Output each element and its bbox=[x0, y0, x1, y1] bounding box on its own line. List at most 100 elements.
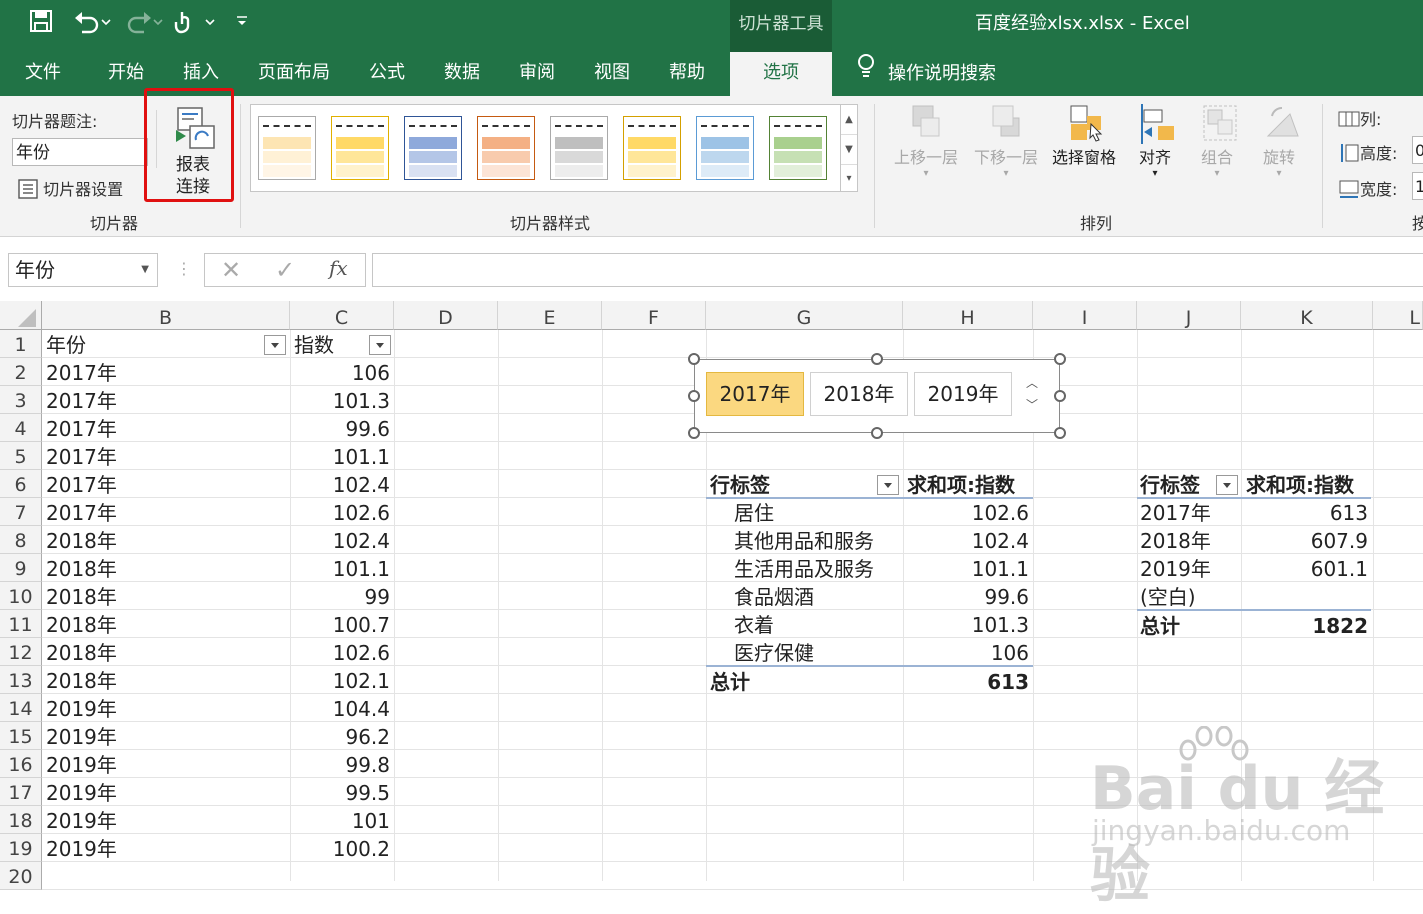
table-cell-index[interactable]: 96.2 bbox=[290, 722, 390, 750]
column-header[interactable]: H bbox=[903, 301, 1033, 330]
slicer-item-2019[interactable]: 2019年 bbox=[914, 372, 1012, 416]
table-cell-year[interactable]: 2018年 bbox=[46, 638, 117, 666]
table-cell-index[interactable]: 104.4 bbox=[290, 694, 390, 722]
table-cell-year[interactable]: 2017年 bbox=[46, 358, 117, 386]
pivot1-total-value[interactable]: 613 bbox=[903, 667, 1029, 695]
row-header[interactable]: 4 bbox=[0, 414, 42, 442]
row-header[interactable]: 18 bbox=[0, 806, 42, 834]
pivot1-row-value[interactable]: 102.6 bbox=[903, 498, 1029, 526]
table-cell-year[interactable]: 2017年 bbox=[46, 442, 117, 470]
row-header[interactable]: 6 bbox=[0, 470, 42, 498]
filter-dropdown-icon[interactable] bbox=[369, 335, 391, 355]
table-cell-year[interactable]: 2018年 bbox=[46, 666, 117, 694]
name-box[interactable]: 年份 ▼ bbox=[8, 253, 158, 287]
pivot2-row-value[interactable]: 607.9 bbox=[1241, 526, 1368, 554]
slicer-style-swatch[interactable] bbox=[331, 116, 389, 180]
formula-input[interactable] bbox=[372, 253, 1423, 287]
slicer-style-swatch[interactable] bbox=[769, 116, 827, 180]
resize-handle[interactable] bbox=[688, 427, 700, 439]
align-button[interactable]: 对齐 ▾ bbox=[1130, 102, 1180, 179]
row-header[interactable]: 12 bbox=[0, 638, 42, 666]
column-header[interactable]: B bbox=[42, 301, 290, 330]
width-field[interactable]: 宽度: bbox=[1338, 176, 1397, 204]
table-cell-index[interactable]: 101.1 bbox=[290, 554, 390, 582]
resize-handle[interactable] bbox=[688, 390, 700, 402]
tab-data[interactable]: 数据 bbox=[444, 52, 480, 96]
pivot1-row-value[interactable]: 106 bbox=[903, 638, 1029, 666]
row-header[interactable]: 14 bbox=[0, 694, 42, 722]
table-cell-year[interactable]: 2017年 bbox=[46, 498, 117, 526]
row-header[interactable]: 3 bbox=[0, 386, 42, 414]
select-all-corner[interactable] bbox=[0, 301, 42, 330]
slicer-style-swatch[interactable] bbox=[696, 116, 754, 180]
pivot1-row-label[interactable]: 医疗保健 bbox=[734, 638, 814, 666]
table-cell-index[interactable]: 101.3 bbox=[290, 386, 390, 414]
table-cell-year[interactable]: 2019年 bbox=[46, 750, 117, 778]
row-header[interactable]: 2 bbox=[0, 358, 42, 386]
slicer-settings-button[interactable]: 切片器设置 bbox=[18, 176, 123, 203]
resize-handle[interactable] bbox=[1054, 390, 1066, 402]
column-header[interactable]: K bbox=[1241, 301, 1373, 330]
table-cell-index[interactable]: 101.1 bbox=[290, 442, 390, 470]
slicer-scroll-up-icon[interactable]: ︿ bbox=[1021, 372, 1043, 394]
pivot2-row-label[interactable]: 2017年 bbox=[1140, 498, 1211, 526]
tab-formulas[interactable]: 公式 bbox=[369, 52, 405, 96]
slicer-style-swatch[interactable] bbox=[477, 116, 535, 180]
column-header[interactable]: G bbox=[706, 301, 903, 330]
pivot1-row-value[interactable]: 101.1 bbox=[903, 554, 1029, 582]
pivot2-total-label[interactable]: 总计 bbox=[1140, 611, 1180, 639]
filter-dropdown-icon[interactable] bbox=[264, 335, 286, 355]
table-cell-year[interactable]: 2018年 bbox=[46, 554, 117, 582]
tab-review[interactable]: 审阅 bbox=[519, 52, 555, 96]
redo-icon[interactable] bbox=[124, 8, 164, 42]
resize-handle[interactable] bbox=[1054, 353, 1066, 365]
table-cell-index[interactable]: 100.2 bbox=[290, 834, 390, 862]
tab-file[interactable]: 文件 bbox=[25, 52, 61, 96]
pivot1-header-label[interactable]: 行标签 bbox=[710, 470, 770, 498]
pivot1-row-label[interactable]: 衣着 bbox=[734, 610, 774, 638]
customize-qat-icon[interactable] bbox=[234, 8, 250, 42]
table-cell-year[interactable]: 2017年 bbox=[46, 386, 117, 414]
table-cell-index[interactable]: 99.6 bbox=[290, 414, 390, 442]
column-header[interactable]: J bbox=[1137, 301, 1241, 330]
table-header-index[interactable]: 指数 bbox=[294, 330, 334, 358]
pivot2-row-label[interactable]: 2019年 bbox=[1140, 554, 1211, 582]
table-cell-year[interactable]: 2018年 bbox=[46, 526, 117, 554]
enter-icon[interactable]: ✓ bbox=[275, 256, 295, 284]
pivot2-row-value[interactable]: 613 bbox=[1241, 498, 1368, 526]
column-header[interactable]: D bbox=[394, 301, 498, 330]
pivot1-row-label[interactable]: 生活用品及服务 bbox=[734, 554, 874, 582]
resize-handle[interactable] bbox=[871, 353, 883, 365]
pivot1-row-value[interactable]: 102.4 bbox=[903, 526, 1029, 554]
pivot1-row-label[interactable]: 居住 bbox=[734, 498, 774, 526]
rotate-button[interactable]: 旋转 ▾ bbox=[1254, 102, 1304, 179]
resize-handle[interactable] bbox=[1054, 427, 1066, 439]
height-input[interactable]: 0 bbox=[1412, 136, 1423, 164]
insert-function-icon[interactable]: fx bbox=[329, 256, 348, 280]
column-header[interactable]: L bbox=[1373, 301, 1423, 330]
save-icon[interactable] bbox=[28, 8, 54, 42]
row-header[interactable]: 20 bbox=[0, 862, 42, 890]
row-header[interactable]: 10 bbox=[0, 582, 42, 610]
pivot1-row-label[interactable]: 其他用品和服务 bbox=[734, 526, 874, 554]
cancel-icon[interactable]: ✕ bbox=[221, 256, 241, 284]
slicer-style-swatch[interactable] bbox=[623, 116, 681, 180]
table-cell-year[interactable]: 2018年 bbox=[46, 582, 117, 610]
gallery-down-icon[interactable]: ▼ bbox=[841, 135, 857, 165]
row-header[interactable]: 17 bbox=[0, 778, 42, 806]
tab-view[interactable]: 视图 bbox=[594, 52, 630, 96]
slicer-scroll-down-icon[interactable]: ﹀ bbox=[1021, 394, 1043, 416]
row-header[interactable]: 13 bbox=[0, 666, 42, 694]
pivot1-header-value[interactable]: 求和项:指数 bbox=[907, 470, 1015, 498]
table-header-year[interactable]: 年份 bbox=[46, 330, 86, 358]
row-header[interactable]: 7 bbox=[0, 498, 42, 526]
formula-bar-grip-icon[interactable]: ⋮ bbox=[176, 259, 192, 278]
row-header[interactable]: 9 bbox=[0, 554, 42, 582]
gallery-up-icon[interactable]: ▲ bbox=[841, 105, 857, 135]
row-header[interactable]: 1 bbox=[0, 330, 42, 358]
tab-options[interactable]: 选项 bbox=[730, 52, 832, 96]
pivot2-row-label[interactable]: (空白) bbox=[1140, 582, 1196, 610]
pivot2-header-value[interactable]: 求和项:指数 bbox=[1246, 470, 1354, 498]
send-backward-button[interactable]: 下移一层 ▾ bbox=[970, 102, 1042, 179]
table-cell-year[interactable]: 2019年 bbox=[46, 722, 117, 750]
